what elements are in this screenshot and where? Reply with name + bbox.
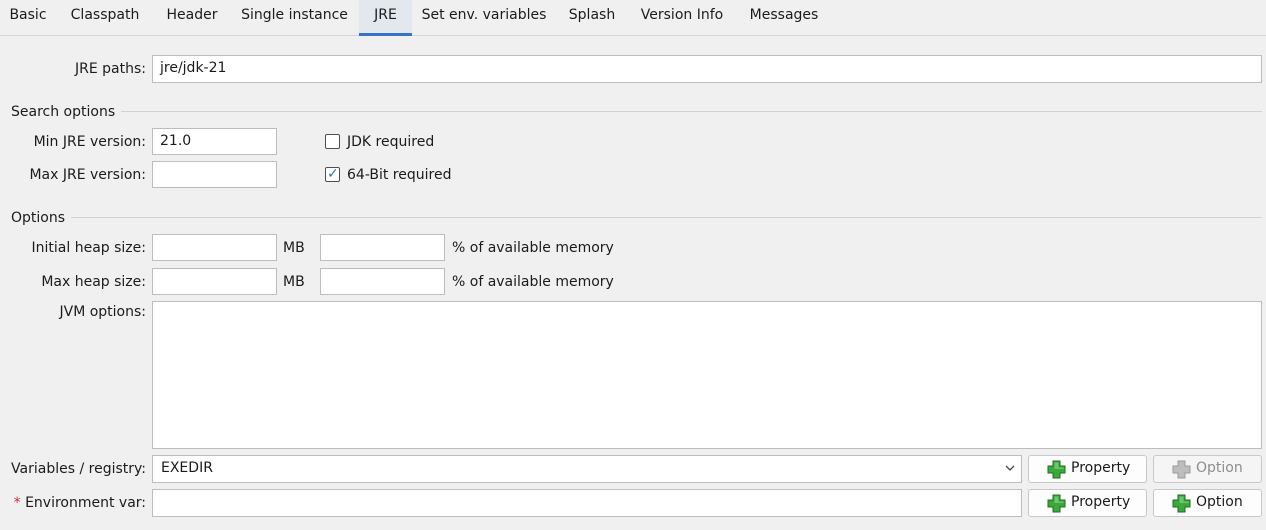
plus-icon [1047,494,1066,513]
64bit-required-label: 64-Bit required [347,167,452,183]
required-marker: * [13,495,21,511]
checkmark-icon: ✓ [327,166,339,182]
plus-icon [1172,494,1191,513]
initial-heap-percent-input[interactable] [320,234,445,261]
min-jre-version-label: Min JRE version: [33,134,146,150]
jvm-options-textarea[interactable] [152,301,1262,449]
options-title: Options [11,208,72,228]
initial-heap-unit: MB [283,240,305,256]
envvar-add-option-label: Option [1196,494,1243,510]
options-divider [12,217,1262,218]
initial-heap-input[interactable] [152,234,277,261]
plus-icon [1172,460,1191,479]
jre-paths-label: JRE paths: [75,61,146,77]
tab-basic[interactable]: Basic [0,0,56,35]
variables-add-property-button[interactable]: Property [1028,455,1147,483]
tab-messages[interactable]: Messages [736,0,832,35]
max-heap-input[interactable] [152,268,277,295]
initial-heap-percent-label: % of available memory [452,240,614,256]
tab-header[interactable]: Header [154,0,230,35]
variables-add-property-label: Property [1071,460,1131,476]
tab-classpath[interactable]: Classpath [56,0,154,35]
plus-icon [1047,460,1066,479]
tab-single-instance[interactable]: Single instance [230,0,359,35]
jdk-required-label: JDK required [347,134,435,150]
variables-add-option-label: Option [1196,460,1243,476]
envvar-add-property-label: Property [1071,494,1131,510]
64bit-required-checkbox[interactable]: ✓ [325,166,340,182]
tab-set-env-variables[interactable]: Set env. variables [412,0,556,35]
max-heap-percent-input[interactable] [320,268,445,295]
environment-var-input[interactable] [152,489,1022,517]
max-heap-percent-label: % of available memory [452,274,614,290]
variables-registry-label: Variables / registry: [11,461,146,477]
envvar-add-property-button[interactable]: Property [1028,489,1147,517]
max-heap-label: Max heap size: [41,274,146,290]
variables-registry-select[interactable]: EXEDIR [152,455,1022,483]
tab-splash[interactable]: Splash [556,0,628,35]
environment-var-label-wrap: * Environment var: [0,493,146,513]
environment-var-label: Environment var: [25,495,146,511]
chevron-down-icon [1005,465,1015,471]
max-heap-unit: MB [283,274,305,290]
tab-jre[interactable]: JRE [359,0,412,36]
min-jre-version-input[interactable]: 21.0 [152,128,277,155]
initial-heap-label: Initial heap size: [31,240,146,256]
jdk-required-checkbox[interactable] [325,134,340,149]
max-jre-version-label: Max JRE version: [29,167,146,183]
jvm-options-label: JVM options: [59,304,146,320]
variables-add-option-button[interactable]: Option [1153,455,1262,483]
jre-paths-input[interactable]: jre/jdk-21 [152,55,1262,83]
tab-version-info[interactable]: Version Info [628,0,736,35]
search-options-divider [12,111,1262,112]
tab-bar: Basic Classpath Header Single instance J… [0,0,1266,36]
max-jre-version-input[interactable] [152,161,277,188]
search-options-title: Search options [11,102,122,122]
variables-registry-value: EXEDIR [161,460,213,476]
envvar-add-option-button[interactable]: Option [1153,489,1262,517]
